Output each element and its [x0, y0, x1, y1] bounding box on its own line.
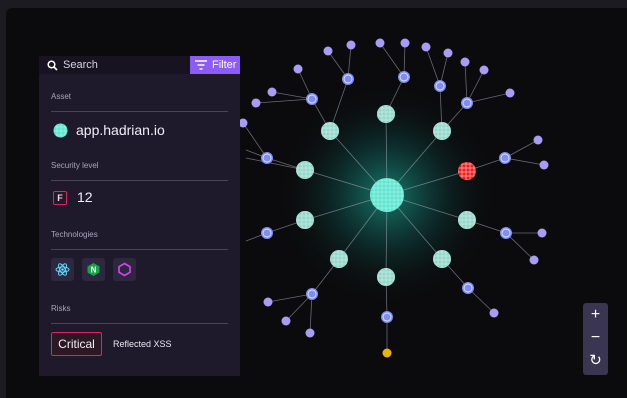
graph-edge: [271, 91, 313, 100]
security-section-label: Security level: [51, 161, 99, 170]
graph-edge: [242, 122, 268, 159]
filter-icon: [195, 60, 207, 70]
hub-node[interactable]: [342, 73, 354, 85]
divider: [51, 323, 228, 324]
hub-node[interactable]: [462, 282, 474, 294]
security-score: 12: [77, 189, 93, 205]
leaf-node[interactable]: [443, 48, 453, 58]
zoom-in-button[interactable]: +: [583, 304, 608, 326]
hub-node[interactable]: [398, 71, 410, 83]
hub-node[interactable]: [500, 227, 512, 239]
hub-node[interactable]: [306, 93, 318, 105]
leaf-node[interactable]: [263, 297, 273, 307]
leaf-node[interactable]: [293, 64, 303, 74]
divider: [51, 249, 228, 250]
divider: [51, 111, 228, 112]
globe-icon: [53, 123, 68, 138]
asset-node[interactable]: [377, 105, 395, 123]
asset-name[interactable]: app.hadrian.io: [76, 122, 165, 138]
asset-detail-panel: Search Filter Asset app.hadrian.io Secur…: [39, 56, 240, 376]
asset-node[interactable]: [296, 161, 314, 179]
tech-nginx[interactable]: N: [82, 258, 105, 281]
hub-node[interactable]: [306, 288, 318, 300]
search-input[interactable]: Search: [63, 59, 98, 71]
risk-severity-badge[interactable]: Critical: [51, 332, 102, 356]
leaf-node[interactable]: [421, 42, 431, 52]
hub-node[interactable]: [434, 80, 446, 92]
hub-node[interactable]: [461, 97, 473, 109]
hub-node[interactable]: [499, 152, 511, 164]
tech-react[interactable]: [51, 258, 74, 281]
asset-node[interactable]: [458, 211, 476, 229]
tech-hexagon[interactable]: [113, 258, 136, 281]
react-icon: [55, 263, 70, 276]
technologies-section-label: Technologies: [51, 230, 98, 239]
leaf-node[interactable]: [305, 328, 315, 338]
risks-section-label: Risks: [51, 304, 71, 313]
hub-node[interactable]: [381, 311, 393, 323]
asset-node[interactable]: [433, 122, 451, 140]
search-icon: [47, 60, 58, 71]
graph-edge: [255, 98, 313, 104]
security-grade-badge: F: [53, 191, 67, 205]
nginx-icon: N: [87, 263, 100, 276]
asset-node[interactable]: [330, 250, 348, 268]
leaf-node[interactable]: [529, 255, 539, 265]
graph-edge: [466, 92, 511, 104]
reset-view-button[interactable]: ↻: [583, 350, 608, 372]
leaf-node[interactable]: [460, 57, 470, 67]
leaf-node[interactable]: [375, 38, 385, 48]
highlighted-node[interactable]: [382, 348, 392, 358]
hexagon-icon: [118, 262, 131, 277]
asset-node[interactable]: [296, 211, 314, 229]
leaf-node[interactable]: [505, 88, 515, 98]
risk-name[interactable]: Reflected XSS: [113, 339, 172, 349]
asset-section-label: Asset: [51, 92, 72, 101]
leaf-node[interactable]: [323, 46, 333, 56]
leaf-node[interactable]: [251, 98, 261, 108]
leaf-node[interactable]: [533, 135, 543, 145]
leaf-node[interactable]: [539, 160, 549, 170]
graph-edge: [379, 42, 405, 78]
svg-text:N: N: [91, 266, 97, 275]
leaf-node[interactable]: [400, 38, 410, 48]
leaf-node[interactable]: [281, 316, 291, 326]
hub-node[interactable]: [261, 152, 273, 164]
leaf-node[interactable]: [346, 40, 356, 50]
asset-node-center[interactable]: [370, 178, 404, 212]
graph-edge: [425, 46, 441, 87]
zoom-controls: + − ↻: [583, 303, 608, 375]
hub-node[interactable]: [261, 227, 273, 239]
divider: [51, 180, 228, 181]
leaf-node[interactable]: [267, 87, 277, 97]
leaf-node[interactable]: [479, 65, 489, 75]
zoom-out-button[interactable]: −: [583, 327, 608, 349]
filter-label: Filter: [212, 59, 237, 71]
leaf-node[interactable]: [537, 228, 547, 238]
asset-node[interactable]: [321, 122, 339, 140]
filter-button[interactable]: Filter: [190, 56, 240, 74]
graph-edge: [464, 61, 468, 104]
risk-node[interactable]: [458, 162, 476, 180]
asset-node[interactable]: [433, 250, 451, 268]
asset-node[interactable]: [377, 268, 395, 286]
leaf-node[interactable]: [489, 308, 499, 318]
